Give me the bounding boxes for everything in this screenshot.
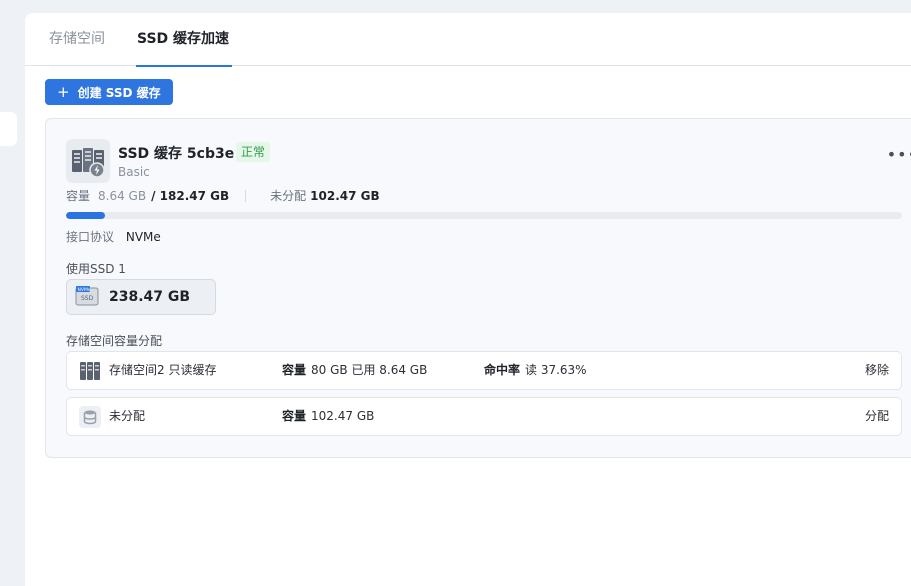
unallocated-value: 102.47 GB xyxy=(310,188,380,203)
protocol-value: NVMe xyxy=(125,230,161,244)
create-button-label: 创建 SSD 缓存 xyxy=(77,85,161,100)
divider xyxy=(245,189,247,202)
storage-pool-icon xyxy=(79,360,101,382)
cache-type: Basic xyxy=(118,165,150,179)
capacity-used: 8.64 GB xyxy=(98,188,147,203)
database-icon xyxy=(79,406,101,428)
ssd-size: 238.47 GB xyxy=(109,289,191,305)
remove-button[interactable]: 移除 xyxy=(865,352,889,389)
allocation-capacity: 容量 102.47 GB xyxy=(282,409,375,423)
plus-icon: + xyxy=(57,82,70,101)
tab-ssd-cache[interactable]: SSD 缓存加速 xyxy=(135,13,233,67)
capacity-label: 容量 xyxy=(66,189,91,203)
allocation-row: 存储空间2 只读缓存 容量 80 GB 已用 8.64 GB 命中率读 37.63… xyxy=(66,351,902,390)
ssd-used-label: 使用SSD 1 xyxy=(66,262,126,276)
allocation-name: 存储空间2 只读缓存 xyxy=(109,363,217,377)
create-ssd-cache-button[interactable]: + 创建 SSD 缓存 xyxy=(45,79,173,105)
protocol-label: 接口协议 xyxy=(66,230,115,244)
allocation-row: 未分配 容量 102.47 GB 分配 xyxy=(66,397,902,436)
hit-rate: 命中率读 37.63% xyxy=(484,363,587,377)
allocate-button[interactable]: 分配 xyxy=(865,398,889,435)
allocation-capacity: 容量 80 GB 已用 8.64 GB xyxy=(282,363,428,377)
protocol-row: 接口协议 NVMe xyxy=(66,228,161,245)
tab-bar: 存储空间 SSD 缓存加速 xyxy=(25,13,911,67)
capacity-row: 容量 8.64 GB / 182.47 GB 未分配 102.47 GB xyxy=(66,187,380,204)
allocation-label: 存储空间容量分配 xyxy=(66,334,163,348)
allocation-name: 未分配 xyxy=(109,409,146,423)
capacity-progress-bar xyxy=(66,212,902,219)
server-cache-icon xyxy=(66,139,110,183)
more-options-icon[interactable]: ••• xyxy=(887,147,911,163)
cache-title: SSD 缓存 5cb3e xyxy=(118,146,235,162)
sidebar-edge xyxy=(0,112,17,146)
svg-text:SSD: SSD xyxy=(81,295,94,302)
capacity-total: / 182.47 GB xyxy=(151,188,230,203)
capacity-progress-fill xyxy=(66,212,106,219)
main-panel: 存储空间 SSD 缓存加速 + 创建 SSD 缓存 SSD 缓存 5cb3e 正… xyxy=(25,13,911,586)
status-badge: 正常 xyxy=(236,142,271,162)
ssd-chip[interactable]: NVMe SSD 238.47 GB xyxy=(66,279,216,315)
unallocated-label: 未分配 xyxy=(270,189,307,203)
ssd-cache-card: SSD 缓存 5cb3e 正常 Basic ••• 容量 8.64 GB / 1… xyxy=(45,118,911,458)
nvme-ssd-icon: NVMe SSD xyxy=(75,285,99,310)
svg-text:NVMe: NVMe xyxy=(78,287,91,293)
tab-storage-space[interactable]: 存储空间 xyxy=(49,13,105,66)
